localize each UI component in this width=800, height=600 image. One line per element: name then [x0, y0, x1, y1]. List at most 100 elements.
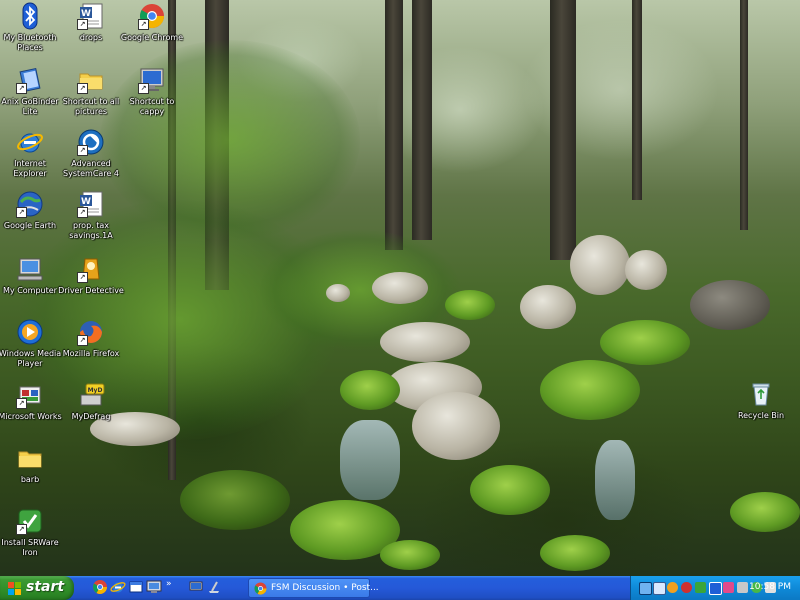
- desktop-icon-label: MyDefrag: [71, 412, 111, 421]
- moss: [730, 492, 800, 532]
- tree-trunk: [740, 0, 748, 230]
- desktop-icon-shortcut-to-cappy[interactable]: ↗ Shortcut to cappy: [119, 66, 185, 117]
- desktop-icon-label: My Bluetooth Places: [3, 33, 57, 52]
- chrome-icon: ↗: [138, 2, 166, 30]
- shortcut-arrow-icon: ↗: [77, 19, 88, 30]
- tree-trunk: [550, 0, 576, 260]
- taskbar-button-fsm-discussion[interactable]: FSM Discussion • Post...: [248, 578, 379, 598]
- desktop-icon-label: Microsoft Works: [0, 412, 62, 421]
- desktop-icon-my-bluetooth-places[interactable]: My Bluetooth Places: [0, 2, 63, 53]
- tree-trunk: [632, 0, 642, 200]
- start-label: start: [26, 579, 65, 595]
- antivirus-icon[interactable]: [723, 582, 734, 593]
- rock: [570, 235, 630, 295]
- firefox-icon: ↗: [77, 318, 105, 346]
- moss: [600, 320, 690, 365]
- rock: [412, 392, 500, 460]
- desktop-icon-google-chrome[interactable]: ↗ Google Chrome: [119, 2, 185, 43]
- windows-logo-icon: [8, 582, 21, 595]
- bluetooth-icon: [16, 2, 44, 30]
- desktop-icon-driver-detective[interactable]: ↗ Driver Detective: [58, 255, 124, 296]
- shortcut-arrow-icon: ↗: [16, 398, 27, 409]
- taskbar: start » FSM Discussion • Post... 10:58 P…: [0, 576, 800, 600]
- desktop-icon-label: Mozilla Firefox: [62, 349, 120, 358]
- creek-water: [595, 440, 635, 520]
- overflow-chevron-icon[interactable]: »: [166, 579, 182, 595]
- clock[interactable]: 10:58 PM: [749, 582, 791, 592]
- tree-trunk: [412, 0, 432, 240]
- monitor-icon: ↗: [138, 66, 166, 94]
- desktop-icon-label: Anix GoBinder Lite: [1, 97, 59, 116]
- desktop-wallpaper: My Bluetooth Places W ↗ drops ↗ Google C…: [0, 0, 800, 576]
- printer-icon[interactable]: [737, 582, 748, 593]
- desktop-icon-drops[interactable]: W ↗ drops: [58, 2, 124, 43]
- rock: [625, 250, 667, 290]
- tree-trunk: [385, 0, 403, 250]
- moss: [380, 540, 440, 570]
- advanced-systemcare-icon: ↗: [77, 128, 105, 156]
- desktop-icon-mozilla-firefox[interactable]: ↗ Mozilla Firefox: [58, 318, 124, 359]
- desktop-icon-windows-media-player[interactable]: Windows Media Player: [0, 318, 63, 369]
- gobinder-icon: ↗: [16, 66, 44, 94]
- my-computer-icon: [16, 255, 44, 283]
- shortcut-arrow-icon: ↗: [77, 272, 88, 283]
- internet-explorer-icon: [16, 128, 44, 156]
- desktop-icon-label: drops: [79, 33, 103, 42]
- desktop-icon-shortcut-to-all-pictures[interactable]: ↗ Shortcut to all pictures: [58, 66, 124, 117]
- update-icon[interactable]: [695, 582, 706, 593]
- cleanup-icon[interactable]: [206, 579, 222, 595]
- desktop-icon-microsoft-works[interactable]: ↗ Microsoft Works: [0, 381, 63, 422]
- volume-icon[interactable]: [667, 582, 678, 593]
- google-earth-icon: ↗: [16, 190, 44, 218]
- window-icon[interactable]: [128, 579, 144, 595]
- folder-icon: [16, 444, 44, 472]
- desktop-icon-label: Google Chrome: [120, 33, 184, 42]
- desktop-icon-recycle-bin[interactable]: Recycle Bin: [728, 380, 794, 421]
- rock: [372, 272, 428, 304]
- word-document-icon: W ↗: [77, 2, 105, 30]
- desktop-icon-label: Internet Explorer: [13, 159, 47, 178]
- start-button[interactable]: start: [0, 576, 74, 600]
- desktop-icon-barb[interactable]: barb: [0, 444, 63, 485]
- desktop-icon-label: Install SRWare Iron: [1, 538, 59, 557]
- folder-icon: ↗: [77, 66, 105, 94]
- moss: [180, 470, 290, 530]
- rock: [380, 322, 470, 362]
- desktop-icon-label: prop. tax savings.1A: [69, 221, 113, 240]
- shortcut-arrow-icon: ↗: [138, 83, 149, 94]
- desktop-icon[interactable]: [146, 579, 162, 595]
- security-icon[interactable]: [681, 582, 692, 593]
- desktop-icon-label: Windows Media Player: [0, 349, 62, 368]
- desktop-icon-internet-explorer[interactable]: Internet Explorer: [0, 128, 63, 179]
- desktop-icon-mydefrag[interactable]: MyD MyDefrag: [58, 381, 124, 422]
- chrome-icon[interactable]: [92, 579, 108, 595]
- desktop-icon-google-earth[interactable]: ↗ Google Earth: [0, 190, 63, 231]
- monitor-icon[interactable]: [188, 579, 204, 595]
- moss: [445, 290, 495, 320]
- shortcut-arrow-icon: ↗: [16, 83, 27, 94]
- creek-water: [340, 420, 400, 500]
- moss: [540, 535, 610, 571]
- bluetooth-icon[interactable]: [709, 582, 722, 595]
- svg-text:MyD: MyD: [88, 387, 103, 394]
- desktop-icon-anix-gobinder-lite[interactable]: ↗ Anix GoBinder Lite: [0, 66, 63, 117]
- desktop-icon-prop-tax-savings[interactable]: W ↗ prop. tax savings.1A: [58, 190, 124, 241]
- word-document-icon: W ↗: [77, 190, 105, 218]
- internet-explorer-icon[interactable]: [110, 579, 126, 595]
- shortcut-arrow-icon: ↗: [77, 207, 88, 218]
- network-icon[interactable]: [639, 582, 652, 595]
- desktop-icon-install-srware-iron[interactable]: ↗ Install SRWare Iron: [0, 507, 63, 558]
- shortcut-arrow-icon: ↗: [16, 207, 27, 218]
- desktop-icon-advanced-systemcare[interactable]: ↗ Advanced SystemCare 4: [58, 128, 124, 179]
- recycle-bin-icon: [747, 380, 775, 408]
- desktop-icon-my-computer[interactable]: My Computer: [0, 255, 63, 296]
- desktop-icon-label: Shortcut to all pictures: [62, 97, 120, 116]
- desktop-icon-label: Google Earth: [3, 221, 57, 230]
- rock: [326, 284, 350, 302]
- shield-icon[interactable]: [653, 582, 666, 595]
- shortcut-arrow-icon: ↗: [77, 145, 88, 156]
- taskbar-button-label: FSM Discussion • Post...: [271, 583, 379, 593]
- desktop-icon-label: Shortcut to cappy: [129, 97, 175, 116]
- shortcut-arrow-icon: ↗: [77, 335, 88, 346]
- desktop-icon-label: My Computer: [3, 286, 57, 295]
